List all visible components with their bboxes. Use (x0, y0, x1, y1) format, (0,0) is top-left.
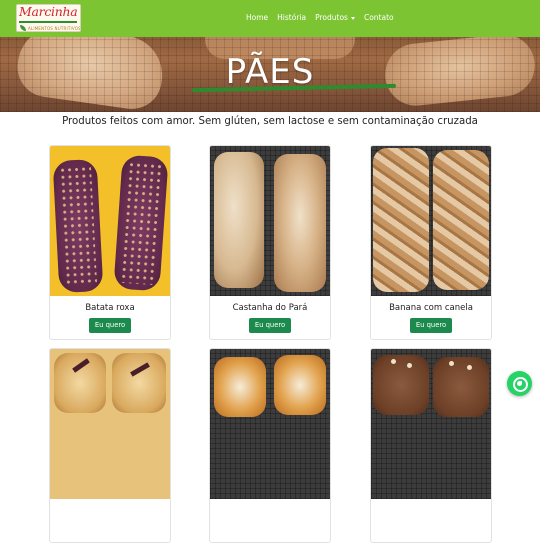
eu-quero-button[interactable]: Eu quero (249, 318, 291, 333)
product-image (50, 349, 170, 499)
brand-logo[interactable]: Marcinha ALIMENTOS NUTRITIVOS (16, 4, 81, 32)
product-card: Batata roxa Eu quero (49, 145, 171, 340)
nav-item-contato[interactable]: Contato (364, 12, 394, 26)
whatsapp-icon[interactable] (507, 371, 532, 396)
page-subtitle: Produtos feitos com amor. Sem glúten, se… (62, 116, 478, 127)
nav-item-historia[interactable]: História (277, 12, 306, 26)
product-image (50, 146, 170, 296)
product-image (371, 146, 491, 296)
main-nav: Home História Produtos Contato (246, 12, 394, 26)
brand-name: Marcinha (19, 4, 78, 19)
product-image (210, 146, 330, 296)
nav-item-produtos-label: Produtos (315, 13, 348, 22)
product-card (209, 348, 331, 543)
product-card (49, 348, 171, 543)
product-name: Castanha do Pará (232, 303, 308, 313)
logo-swoosh (19, 21, 77, 23)
product-card: Banana com canela Eu quero (370, 145, 492, 340)
hero-banner: PÃES (0, 37, 540, 112)
eu-quero-button[interactable]: Eu quero (410, 318, 452, 333)
nav-item-home[interactable]: Home (246, 12, 268, 26)
product-card (370, 348, 492, 543)
product-card: Castanha do Pará Eu quero (209, 145, 331, 340)
eu-quero-button[interactable]: Eu quero (89, 318, 131, 333)
product-image (210, 349, 330, 499)
navbar: Marcinha ALIMENTOS NUTRITIVOS Home Histó… (0, 0, 540, 37)
leaf-icon (20, 25, 26, 31)
nav-item-produtos[interactable]: Produtos (315, 12, 355, 26)
product-name: Batata roxa (85, 303, 135, 313)
chevron-down-icon (350, 16, 355, 20)
product-image (371, 349, 491, 499)
product-name: Banana com canela (389, 303, 473, 313)
brand-tagline: ALIMENTOS NUTRITIVOS (28, 26, 81, 31)
